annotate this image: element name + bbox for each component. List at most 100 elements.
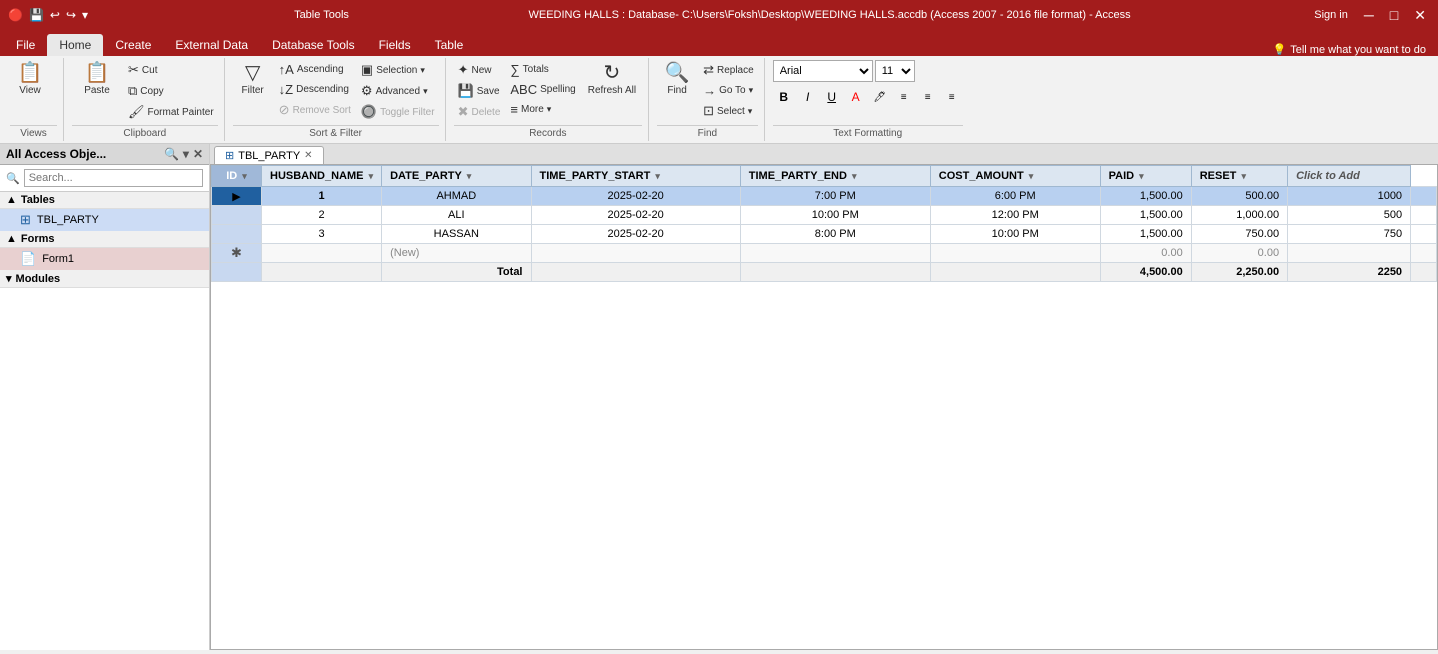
col-header-husband-name[interactable]: HUSBAND_NAME ▾: [262, 166, 382, 187]
more-button[interactable]: ≡ More ▾: [506, 100, 579, 119]
tables-section-header[interactable]: ▲ Tables: [0, 192, 209, 209]
go-to-button[interactable]: → Go To ▾: [699, 81, 758, 100]
tab-home[interactable]: Home: [47, 34, 103, 56]
cell-id-2[interactable]: 2: [262, 206, 382, 225]
cell-reset-3[interactable]: 750: [1288, 225, 1411, 244]
align-center-button[interactable]: ≡: [917, 86, 939, 108]
col-header-reset[interactable]: RESET ▾: [1191, 166, 1287, 187]
col-header-time-end[interactable]: TIME_PARTY_END ▾: [740, 166, 930, 187]
modules-section-header[interactable]: ▾ Modules: [0, 270, 209, 288]
find-button[interactable]: 🔍 Find: [657, 60, 697, 99]
replace-button[interactable]: ⇄ Replace: [699, 60, 758, 80]
sidebar-search-icon[interactable]: 🔍: [164, 147, 179, 161]
sidebar-item-tbl-party[interactable]: ⊞ TBL_PARTY: [0, 209, 209, 231]
bold-button[interactable]: B: [773, 86, 795, 108]
sidebar-search-input[interactable]: [24, 169, 203, 187]
col-header-paid[interactable]: PAID ▾: [1100, 166, 1191, 187]
align-right-button[interactable]: ≡: [941, 86, 963, 108]
totals-button[interactable]: ∑ Totals: [506, 60, 579, 79]
cell-paid-3[interactable]: 750.00: [1191, 225, 1287, 244]
cell-date-2[interactable]: 2025-02-20: [531, 206, 740, 225]
cell-time-end-3[interactable]: 10:00 PM: [930, 225, 1100, 244]
cell-time-start-3[interactable]: 8:00 PM: [740, 225, 930, 244]
advanced-button[interactable]: ⚙ Advanced ▾: [357, 81, 439, 101]
cell-husband-3[interactable]: HASSAN: [382, 225, 531, 244]
cell-paid-2[interactable]: 1,000.00: [1191, 206, 1287, 225]
cell-time-start-1[interactable]: 7:00 PM: [740, 187, 930, 206]
cell-husband-1[interactable]: AHMAD: [382, 187, 531, 206]
format-painter-button[interactable]: 🖌 Format Painter: [124, 102, 218, 122]
tab-table[interactable]: Table: [423, 34, 476, 56]
cell-id-1[interactable]: 1: [262, 187, 382, 206]
italic-button[interactable]: I: [797, 86, 819, 108]
col-header-click-to-add[interactable]: Click to Add: [1288, 166, 1411, 187]
cell-reset-1[interactable]: 1000: [1288, 187, 1411, 206]
forms-section-header[interactable]: ▲ Forms: [0, 231, 209, 248]
filter-button[interactable]: ▽ Filter: [233, 60, 273, 99]
table-row[interactable]: 2 ALI 2025-02-20 10:00 PM 12:00 PM 1,500…: [212, 206, 1437, 225]
font-size-select[interactable]: 11: [875, 60, 915, 82]
align-left-button[interactable]: ≡: [893, 86, 915, 108]
toggle-filter-button[interactable]: 🔘 Toggle Filter: [357, 102, 439, 122]
restore-button[interactable]: □: [1386, 7, 1402, 23]
col-header-id[interactable]: ID ▾: [212, 166, 262, 187]
cell-date-1[interactable]: 2025-02-20: [531, 187, 740, 206]
cell-date-3[interactable]: 2025-02-20: [531, 225, 740, 244]
remove-sort-button[interactable]: ⊘ Remove Sort: [275, 100, 355, 120]
cell-time-end-1[interactable]: 6:00 PM: [930, 187, 1100, 206]
cell-id-3[interactable]: 3: [262, 225, 382, 244]
minimize-button[interactable]: ─: [1360, 7, 1378, 23]
cell-husband-2[interactable]: ALI: [382, 206, 531, 225]
cut-button[interactable]: ✂ Cut: [124, 60, 218, 80]
ribbon-toolbar: 📋 View Views 📋 Paste ✂ Cut ⧉ Copy: [0, 56, 1438, 144]
quick-access-save[interactable]: 💾: [29, 8, 44, 22]
highlight-button[interactable]: 🖊: [869, 86, 891, 108]
tab-database-tools[interactable]: Database Tools: [260, 34, 367, 56]
group-sort-filter: ▽ Filter ↑A Ascending ↓Z Descending ⊘ Re…: [227, 58, 446, 141]
cell-time-end-2[interactable]: 12:00 PM: [930, 206, 1100, 225]
underline-button[interactable]: U: [821, 86, 843, 108]
copy-button[interactable]: ⧉ Copy: [124, 81, 218, 101]
close-button[interactable]: ✕: [1410, 7, 1430, 24]
sidebar-menu-icon[interactable]: ▾: [183, 147, 189, 161]
sign-in-link[interactable]: Sign in: [1310, 9, 1352, 21]
paste-button[interactable]: 📋 Paste: [72, 60, 122, 99]
tab-create[interactable]: Create: [103, 34, 163, 56]
cell-cost-1[interactable]: 1,500.00: [1100, 187, 1191, 206]
tab-fields[interactable]: Fields: [367, 34, 423, 56]
col-header-date-party[interactable]: DATE_PARTY ▾: [382, 166, 531, 187]
tell-me-input[interactable]: Tell me what you want to do: [1290, 44, 1426, 56]
sidebar-close-icon[interactable]: ✕: [193, 147, 203, 161]
descending-button[interactable]: ↓Z Descending: [275, 80, 355, 99]
table-row[interactable]: 3 HASSAN 2025-02-20 8:00 PM 10:00 PM 1,5…: [212, 225, 1437, 244]
doc-tab-close-button[interactable]: ✕: [304, 150, 312, 161]
font-select[interactable]: Arial: [773, 60, 873, 82]
quick-access-dropdown[interactable]: ▾: [82, 8, 88, 22]
col-header-time-start[interactable]: TIME_PARTY_START ▾: [531, 166, 740, 187]
view-button[interactable]: 📋 View: [10, 60, 50, 99]
ascending-button[interactable]: ↑A Ascending: [275, 60, 355, 79]
total-name-cell: Total: [382, 263, 531, 282]
cell-cost-3[interactable]: 1,500.00: [1100, 225, 1191, 244]
selection-button[interactable]: ▣ Selection ▾: [357, 60, 439, 80]
quick-access-undo[interactable]: ↩: [50, 8, 60, 22]
refresh-all-button[interactable]: ↻ Refresh All: [582, 60, 642, 99]
save-record-button[interactable]: 💾 Save: [454, 81, 505, 101]
font-color-button[interactable]: A: [845, 86, 867, 108]
tab-file[interactable]: File: [4, 34, 47, 56]
cell-reset-2[interactable]: 500: [1288, 206, 1411, 225]
table-new-row[interactable]: ✱ (New) 0.00 0.00: [212, 244, 1437, 263]
doc-tab-tbl-party[interactable]: ⊞ TBL_PARTY ✕: [214, 146, 324, 164]
col-header-cost[interactable]: COST_AMOUNT ▾: [930, 166, 1100, 187]
tab-external-data[interactable]: External Data: [163, 34, 260, 56]
select-button[interactable]: ⊡ Select ▾: [699, 101, 758, 121]
quick-access-redo[interactable]: ↪: [66, 8, 76, 22]
delete-record-button[interactable]: ✖ Delete: [454, 102, 505, 122]
cell-time-start-2[interactable]: 10:00 PM: [740, 206, 930, 225]
cell-cost-2[interactable]: 1,500.00: [1100, 206, 1191, 225]
cell-paid-1[interactable]: 500.00: [1191, 187, 1287, 206]
table-row[interactable]: ▶ 1 AHMAD 2025-02-20 7:00 PM 6:00 PM 1,5…: [212, 187, 1437, 206]
sidebar-item-form1[interactable]: 📄 Form1: [0, 248, 209, 270]
new-record-button[interactable]: ✦ New: [454, 60, 505, 80]
spelling-button[interactable]: ABC Spelling: [506, 80, 579, 99]
